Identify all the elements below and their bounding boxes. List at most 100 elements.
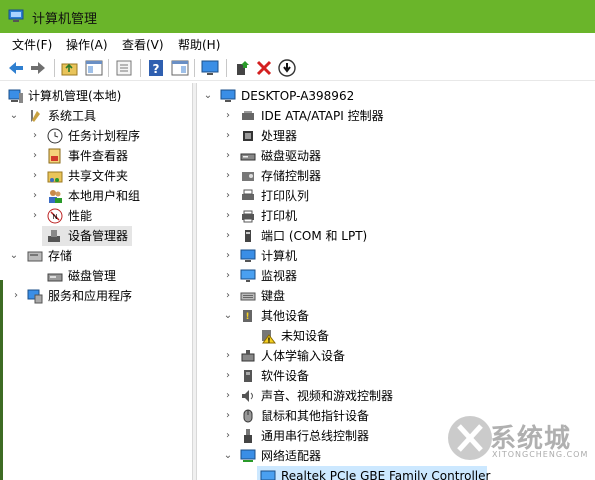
chevron-down-icon[interactable]: ⌄ bbox=[203, 89, 213, 103]
chevron-down-icon[interactable]: ⌄ bbox=[9, 109, 19, 123]
help-icon[interactable]: ? bbox=[146, 58, 166, 78]
tree-item-event-viewer[interactable]: › 事件查看器 bbox=[0, 146, 192, 166]
tree-item-performance[interactable]: › N 性能 bbox=[0, 206, 192, 226]
chevron-right-icon[interactable]: › bbox=[223, 169, 233, 183]
hid-icon bbox=[241, 350, 255, 362]
services-icon bbox=[27, 289, 43, 304]
up-folder-icon[interactable] bbox=[60, 58, 80, 78]
show-tree-icon[interactable] bbox=[84, 58, 104, 78]
tree-item-local-users[interactable]: › 本地用户和组 bbox=[0, 186, 192, 206]
tree-item-root[interactable]: 计算机管理(本地) bbox=[0, 86, 192, 106]
device-tree-item-storage-controller[interactable]: › 存储控制器 bbox=[197, 166, 595, 186]
chevron-right-icon[interactable]: › bbox=[223, 189, 233, 203]
show-action-pane-icon[interactable] bbox=[170, 58, 190, 78]
keyboard-icon bbox=[240, 292, 256, 301]
chevron-right-icon[interactable]: › bbox=[223, 129, 233, 143]
chevron-right-icon[interactable]: › bbox=[223, 349, 233, 363]
device-tree-item-hid[interactable]: › 人体学输入设备 bbox=[197, 346, 595, 366]
chevron-right-icon[interactable]: › bbox=[223, 389, 233, 403]
device-tree-item-monitor[interactable]: › 监视器 bbox=[197, 266, 595, 286]
forward-icon[interactable] bbox=[28, 58, 48, 78]
tree-item-label: 服务和应用程序 bbox=[48, 289, 133, 303]
device-tree-item-print-queue[interactable]: › 打印队列 bbox=[197, 186, 595, 206]
clock-icon bbox=[47, 128, 63, 144]
mouse-icon bbox=[243, 409, 253, 423]
device-tree-item-printer[interactable]: › 打印机 bbox=[197, 206, 595, 226]
tree-item-disk-management[interactable]: 磁盘管理 bbox=[0, 266, 192, 286]
performance-icon: N bbox=[47, 208, 63, 224]
device-tree-item-label: 计算机 bbox=[261, 249, 298, 263]
network-card-icon bbox=[260, 470, 276, 480]
device-tree-item-computer[interactable]: › 计算机 bbox=[197, 246, 595, 266]
properties-icon[interactable] bbox=[114, 58, 134, 78]
device-tree-item-label: 存储控制器 bbox=[261, 169, 322, 183]
disable-device-icon[interactable] bbox=[277, 58, 297, 78]
device-tree-item-disk-drive[interactable]: › 磁盘驱动器 bbox=[197, 146, 595, 166]
window-title: 计算机管理 bbox=[32, 12, 98, 27]
monitor-icon[interactable] bbox=[200, 58, 220, 78]
storage-controller-icon bbox=[242, 172, 254, 181]
device-tree-item-port[interactable]: › 端口 (COM 和 LPT) bbox=[197, 226, 595, 246]
menu-file[interactable]: 文件(F) bbox=[12, 36, 52, 53]
svg-text:?: ? bbox=[153, 62, 160, 76]
chevron-right-icon[interactable]: › bbox=[223, 429, 233, 443]
network-adapter-icon bbox=[240, 449, 256, 462]
tree-item-device-manager[interactable]: 设备管理器 bbox=[42, 226, 132, 246]
svg-text:N: N bbox=[52, 213, 57, 221]
tree-item-task-scheduler[interactable]: › 任务计划程序 bbox=[0, 126, 192, 146]
menu-action[interactable]: 操作(A) bbox=[66, 36, 108, 53]
menu-bar: 文件(F) 操作(A) 查看(V) 帮助(H) bbox=[0, 33, 595, 53]
device-tree-item-label: 通用串行总线控制器 bbox=[261, 429, 370, 443]
chevron-right-icon[interactable]: › bbox=[30, 149, 40, 163]
title-bar[interactable]: 计算机管理 bbox=[0, 0, 595, 33]
computer-management-icon bbox=[8, 89, 23, 103]
chevron-right-icon[interactable]: › bbox=[30, 189, 40, 203]
chevron-right-icon[interactable]: › bbox=[223, 249, 233, 263]
tree-item-shared-folders[interactable]: › 共享文件夹 bbox=[0, 166, 192, 186]
chevron-right-icon[interactable]: › bbox=[223, 269, 233, 283]
device-tree-item-unknown-device[interactable]: ! 未知设备 bbox=[197, 326, 595, 346]
disk-drive-icon bbox=[240, 153, 256, 161]
menu-help[interactable]: 帮助(H) bbox=[178, 36, 220, 53]
device-tree-item-other-devices[interactable]: ⌄! 其他设备 bbox=[197, 306, 595, 326]
tree-item-label: 存储 bbox=[48, 249, 73, 263]
other-devices-icon: ! bbox=[243, 310, 252, 322]
menu-view[interactable]: 查看(V) bbox=[122, 36, 164, 53]
chevron-right-icon[interactable]: › bbox=[30, 169, 40, 183]
chevron-right-icon[interactable]: › bbox=[223, 289, 233, 303]
device-tree-item-label: 未知设备 bbox=[281, 329, 330, 343]
tree-item-storage[interactable]: ⌄ 存储 bbox=[0, 246, 192, 266]
device-tree-item-label: 监视器 bbox=[261, 269, 298, 283]
back-icon[interactable] bbox=[6, 58, 26, 78]
device-tree-item-label: 其他设备 bbox=[261, 309, 310, 323]
chevron-down-icon[interactable]: ⌄ bbox=[223, 449, 233, 463]
chevron-right-icon[interactable]: › bbox=[223, 369, 233, 383]
chevron-right-icon[interactable]: › bbox=[223, 409, 233, 423]
chevron-right-icon[interactable]: › bbox=[30, 129, 40, 143]
tree-item-system-tools[interactable]: ⌄ 系统工具 bbox=[0, 106, 192, 126]
chevron-right-icon[interactable]: › bbox=[223, 209, 233, 223]
chevron-right-icon[interactable]: › bbox=[223, 109, 233, 123]
chevron-down-icon[interactable]: ⌄ bbox=[223, 309, 233, 323]
tree-item-label: 本地用户和组 bbox=[68, 189, 141, 203]
device-tree-item-processor[interactable]: › 处理器 bbox=[197, 126, 595, 146]
chevron-right-icon[interactable]: › bbox=[30, 209, 40, 223]
monitor-icon bbox=[240, 269, 256, 282]
update-driver-icon[interactable] bbox=[232, 58, 252, 78]
chevron-right-icon[interactable]: › bbox=[223, 229, 233, 243]
tree-item-label: 计算机管理(本地) bbox=[28, 89, 122, 103]
toolbar-separator bbox=[108, 59, 109, 77]
uninstall-icon[interactable] bbox=[254, 58, 274, 78]
device-tree-item-software-device[interactable]: › 软件设备 bbox=[197, 366, 595, 386]
toolbar-separator bbox=[226, 59, 227, 77]
chevron-right-icon[interactable]: › bbox=[223, 149, 233, 163]
usb-icon bbox=[244, 429, 252, 443]
port-icon bbox=[245, 230, 251, 242]
chevron-right-icon[interactable]: › bbox=[11, 289, 21, 303]
device-tree-root[interactable]: ⌄ DESKTOP-A398962 bbox=[197, 86, 595, 106]
device-tree-item-label: 声音、视频和游戏控制器 bbox=[261, 389, 394, 403]
chevron-down-icon[interactable]: ⌄ bbox=[9, 249, 19, 263]
device-tree-item-ide-controller[interactable]: › IDE ATA/ATAPI 控制器 bbox=[197, 106, 595, 126]
tree-item-services-apps[interactable]: › 服务和应用程序 bbox=[0, 286, 192, 306]
device-tree-item-keyboard[interactable]: › 键盘 bbox=[197, 286, 595, 306]
